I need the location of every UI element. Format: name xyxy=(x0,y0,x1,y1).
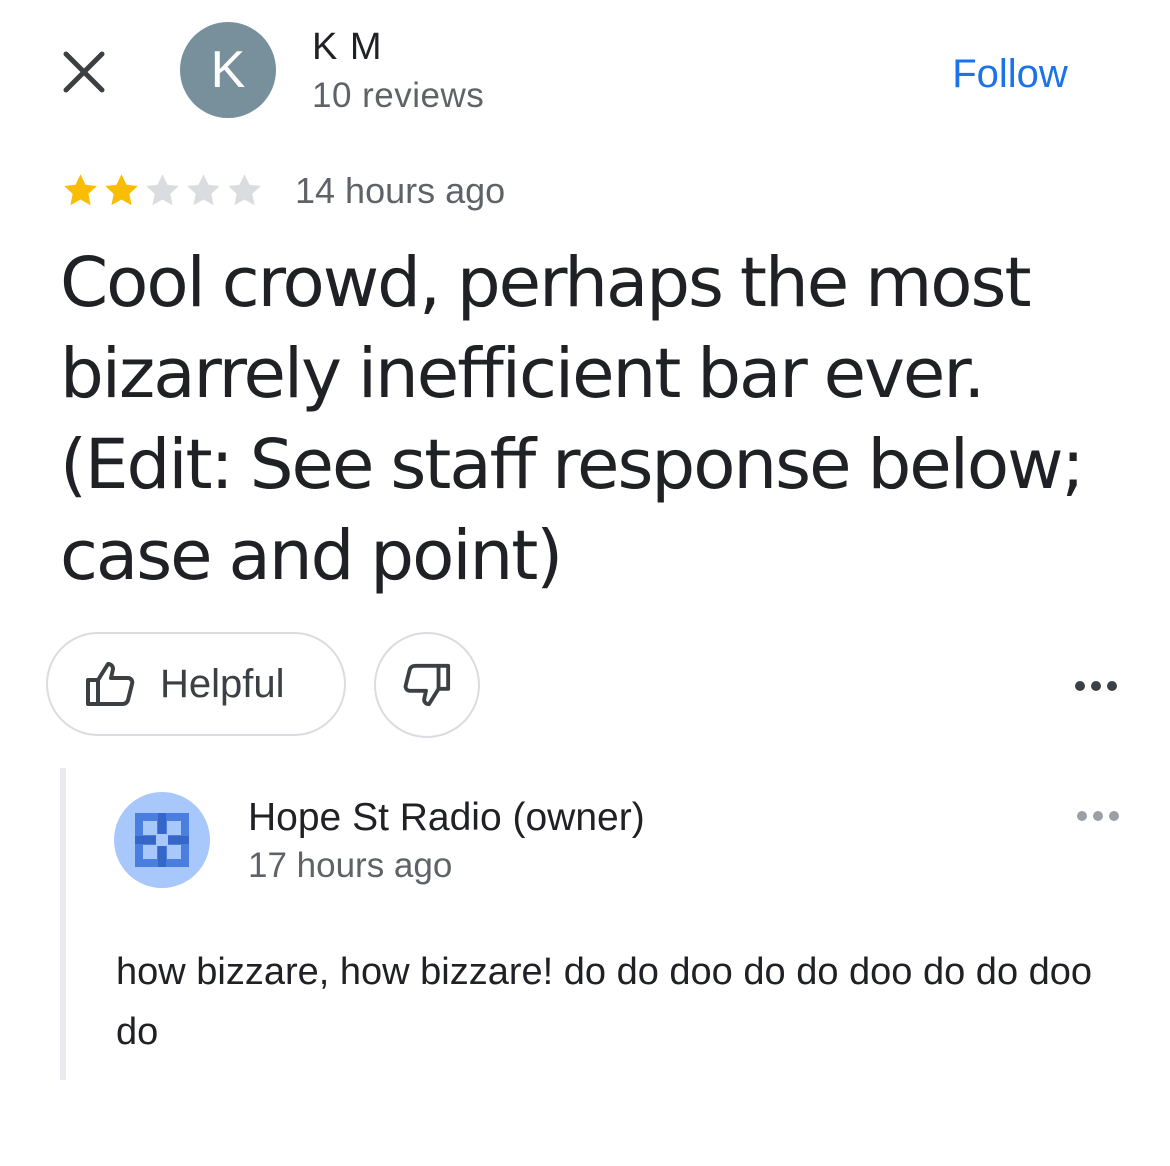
owner-response-text: how bizzare, how bizzare! do do doo do d… xyxy=(116,951,1093,1053)
thumbs-down-icon xyxy=(403,663,451,707)
close-button[interactable] xyxy=(56,44,112,100)
response-more-button[interactable] xyxy=(1068,796,1128,836)
more-horizontal-icon xyxy=(1072,681,1120,691)
follow-button[interactable]: Follow xyxy=(930,44,1090,104)
review-text: Cool crowd, perhaps the most bizarrely i… xyxy=(60,243,1085,596)
response-divider xyxy=(60,768,66,1080)
review-time: 14 hours ago xyxy=(295,170,506,211)
avatar-letter: K xyxy=(210,41,246,99)
owner-response-time: 17 hours ago xyxy=(248,846,453,885)
helpful-label: Helpful xyxy=(160,661,285,706)
close-icon xyxy=(63,51,105,93)
star-rating xyxy=(60,170,265,211)
star-empty-icon xyxy=(187,174,220,206)
business-icon xyxy=(135,813,189,867)
star-empty-icon xyxy=(228,174,261,206)
owner-name: Hope St Radio (owner) xyxy=(248,796,645,839)
review-more-button[interactable] xyxy=(1066,664,1126,708)
reviewer-avatar[interactable]: K xyxy=(180,22,276,118)
thumbs-up-icon xyxy=(86,662,135,706)
reviewer-name[interactable]: K M xyxy=(312,26,383,69)
star-empty-icon xyxy=(146,174,179,206)
reviewer-review-count: 10 reviews xyxy=(312,76,485,115)
owner-avatar[interactable] xyxy=(114,792,210,888)
not-helpful-button[interactable] xyxy=(374,632,480,738)
star-filled-icon xyxy=(64,174,97,206)
more-horizontal-icon xyxy=(1074,811,1122,821)
helpful-button[interactable]: Helpful xyxy=(46,632,346,736)
star-filled-icon xyxy=(105,174,138,206)
